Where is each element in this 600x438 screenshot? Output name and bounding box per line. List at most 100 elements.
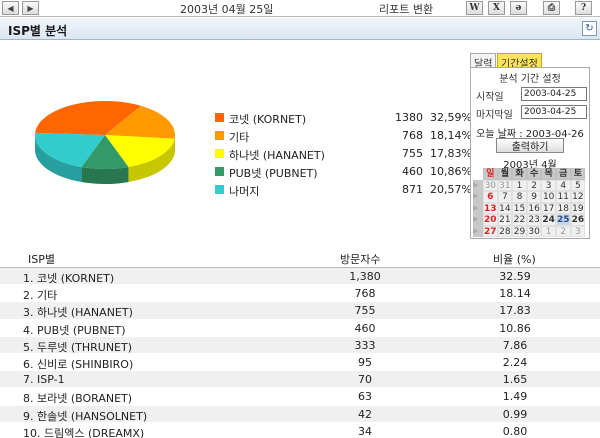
word-icon[interactable]: W — [466, 1, 483, 15]
calendar-weekday: 수 — [526, 168, 542, 180]
week-select-icon[interactable]: ▶ — [473, 225, 483, 237]
legend-item: 나머지 871 20,57% — [215, 182, 475, 200]
table-body: 1. 코넷 (KORNET) 1,380 32.59 2. 기타 768 18.… — [0, 268, 600, 438]
cell-isp-name: 5. 두루넷 (THRUNET) — [23, 340, 133, 354]
calendar-day[interactable]: 25 — [555, 214, 571, 226]
table-row: 5. 두루넷 (THRUNET) 333 7.86 — [0, 336, 600, 354]
start-date-label: 시작일 — [476, 92, 504, 103]
calendar-day[interactable]: 7 — [497, 191, 513, 203]
refresh-icon[interactable]: ↻ — [582, 21, 597, 36]
calendar-day[interactable]: 5 — [570, 179, 586, 191]
calendar-day[interactable]: 21 — [497, 214, 513, 226]
calendar-day[interactable]: 23 — [526, 214, 542, 226]
calendar-day[interactable]: 3 — [570, 225, 586, 237]
calendar-day[interactable]: 26 — [570, 214, 586, 226]
legend-name: 코넷 (KORNET) — [229, 113, 307, 126]
output-button[interactable]: 출력하기 — [496, 138, 564, 153]
calendar-day[interactable]: 15 — [512, 202, 527, 214]
cell-ratio: 1.65 — [502, 373, 528, 387]
hwp-icon[interactable]: ə — [510, 1, 527, 15]
calendar-day[interactable]: 28 — [497, 225, 513, 237]
legend-percent: 32,59% — [430, 111, 472, 124]
calendar-day[interactable]: 29 — [512, 225, 527, 237]
calendar-day[interactable]: 6 — [483, 191, 498, 203]
calendar-day[interactable]: 10 — [541, 191, 556, 203]
calendar-day[interactable]: 17 — [541, 202, 556, 214]
calendar-day[interactable]: 16 — [526, 202, 542, 214]
excel-icon[interactable]: X — [488, 1, 505, 15]
calendar-day[interactable]: 9 — [526, 191, 542, 203]
week-select-icon[interactable]: ▶ — [473, 179, 483, 191]
section-title: ISP별 분석 — [8, 24, 68, 38]
calendar-day[interactable]: 24 — [541, 214, 556, 226]
calendar-day[interactable]: 3 — [541, 179, 556, 191]
calendar-day[interactable]: 2 — [526, 179, 542, 191]
back-icon[interactable]: ◀ — [2, 1, 19, 15]
calendar-day[interactable]: 8 — [512, 191, 527, 203]
isp-table: ISP별 방문자수 비율 (%) 1. 코넷 (KORNET) 1,380 32… — [0, 246, 600, 438]
legend-swatch — [215, 185, 224, 194]
calendar-day[interactable]: 30 — [483, 179, 498, 191]
legend-count: 1380 — [395, 111, 423, 124]
calendar-day[interactable]: 2 — [555, 225, 571, 237]
cell-ratio: 0.80 — [502, 424, 528, 438]
calendar-row: 일월화수목금토 — [483, 168, 589, 180]
legend-name: 나머지 — [229, 185, 260, 198]
print-icon[interactable]: ⎙ — [543, 1, 560, 15]
calendar-weekday: 일 — [483, 168, 498, 180]
cell-visitor-count: 768 — [354, 287, 376, 301]
calendar-day[interactable]: 4 — [555, 179, 571, 191]
header-isp: ISP별 — [28, 253, 55, 266]
tab-calendar[interactable]: 달력 — [470, 53, 497, 70]
calendar-day[interactable]: 14 — [497, 202, 513, 214]
calendar-day[interactable]: 20 — [483, 214, 498, 226]
legend-count: 768 — [402, 129, 423, 142]
table-row: 4. PUB넷 (PUBNET) 460 10.86 — [0, 319, 600, 337]
legend-count: 871 — [402, 183, 423, 196]
legend-item: 기타 768 18,14% — [215, 128, 475, 146]
legend-name: PUB넷 (PUBNET) — [229, 167, 318, 180]
legend-swatch — [215, 131, 224, 140]
calendar-day[interactable]: 13 — [483, 202, 498, 214]
calendar-day[interactable]: 1 — [512, 179, 527, 191]
calendar-row: 30 31 1 2 3 4 5 — [483, 179, 589, 191]
cell-visitor-count: 63 — [358, 390, 372, 404]
cell-isp-name: 3. 하나넷 (HANANET) — [23, 306, 133, 320]
help-icon[interactable]: ? — [575, 1, 592, 15]
calendar-day[interactable]: 27 — [483, 225, 498, 237]
cell-isp-name: 4. PUB넷 (PUBNET) — [23, 323, 126, 337]
calendar-day[interactable]: 31 — [497, 179, 513, 191]
calendar-day[interactable]: 22 — [512, 214, 527, 226]
report-convert-label: 리포트 변환 — [379, 3, 434, 16]
table-row: 10. 드림엑스 (DREAMX) 34 0.80 — [0, 422, 600, 438]
cell-ratio: 2.24 — [502, 355, 528, 369]
calendar-day[interactable]: 11 — [555, 191, 571, 203]
legend-swatch — [215, 167, 224, 176]
cell-ratio: 10.86 — [499, 321, 531, 335]
cell-ratio: 32.59 — [499, 270, 531, 283]
week-select-icon[interactable]: ▶ — [473, 202, 483, 214]
tab-period-settings[interactable]: 기간설정 — [497, 53, 542, 70]
calendar-day[interactable]: 12 — [570, 191, 586, 203]
legend-count: 460 — [402, 165, 423, 178]
calendar-day[interactable]: 19 — [570, 202, 586, 214]
legend-percent: 17,83% — [430, 147, 472, 160]
week-select-icon[interactable]: ▶ — [473, 214, 483, 226]
table-row: 9. 한솔넷 (HANSOLNET) 42 0.99 — [0, 405, 600, 423]
calendar-row: 20 21 22 23 24 25 26 — [483, 214, 589, 226]
cell-isp-name: 10. 드림엑스 (DREAMX) — [23, 426, 145, 438]
start-date-input[interactable] — [521, 87, 587, 101]
legend-name: 기타 — [229, 131, 250, 144]
calendar-day[interactable]: 18 — [555, 202, 571, 214]
cell-visitor-count: 70 — [358, 373, 372, 387]
end-date-input[interactable] — [521, 105, 587, 119]
forward-icon[interactable]: ▶ — [22, 1, 39, 15]
header-ratio: 비율 (%) — [493, 253, 536, 266]
week-select-icon[interactable]: ▶ — [473, 191, 483, 203]
cell-isp-name: 2. 기타 — [23, 289, 58, 303]
chart-panel: 코넷 (KORNET) 1380 32,59% 기타 768 18,14% 하나… — [0, 41, 600, 242]
calendar-day[interactable]: 1 — [541, 225, 556, 237]
calendar-day[interactable]: 30 — [526, 225, 542, 237]
cell-visitor-count: 42 — [358, 407, 372, 421]
cell-visitor-count: 460 — [354, 321, 376, 335]
